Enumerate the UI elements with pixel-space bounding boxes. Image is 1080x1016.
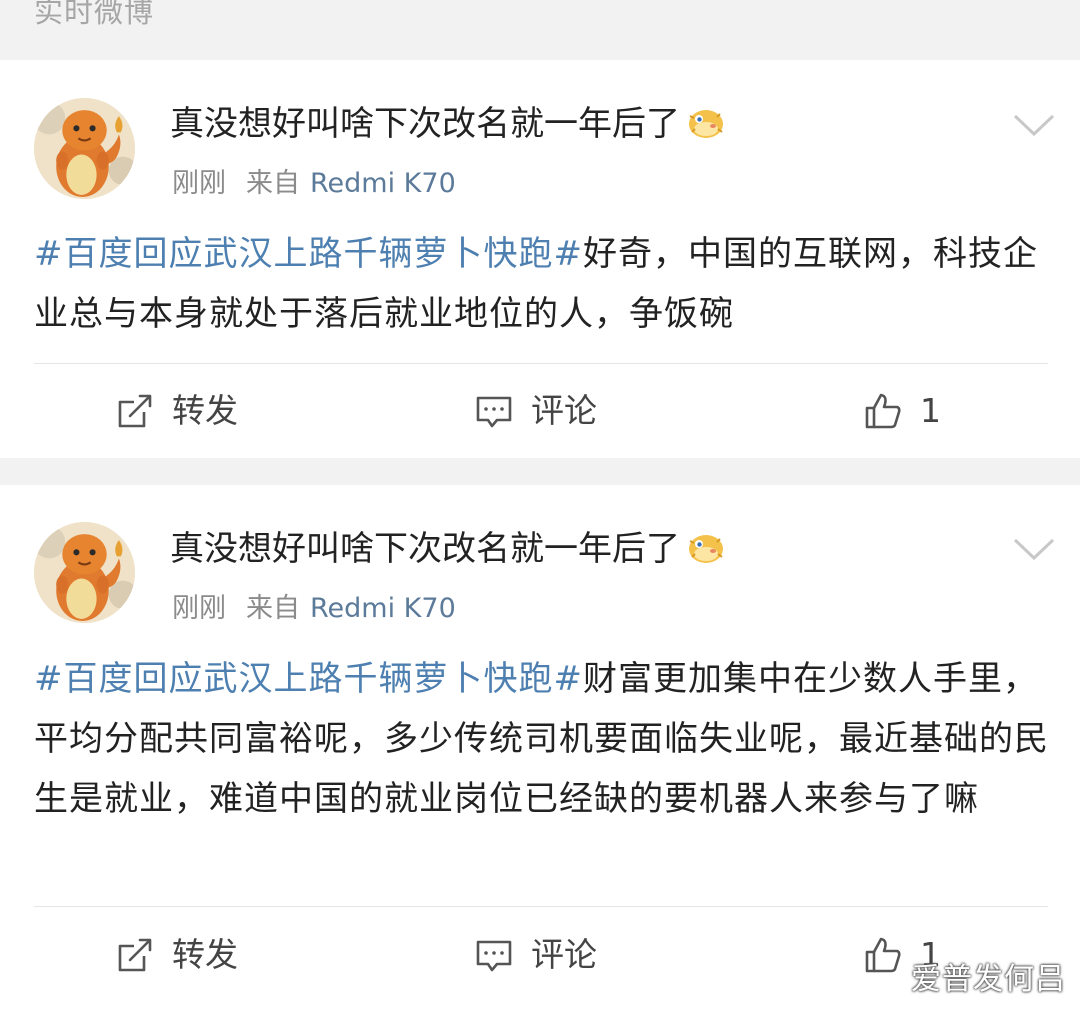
- hashtag-link[interactable]: #百度回应武汉上路千辆萝卜快跑#: [34, 234, 583, 274]
- post-meta: 刚刚 来自 Redmi K70: [172, 591, 456, 627]
- divider: [34, 363, 1048, 364]
- source-prefix: 来自: [246, 168, 300, 199]
- like-count: 1: [920, 391, 941, 430]
- source-prefix: 来自: [246, 593, 300, 624]
- post-card[interactable]: 真没想好叫啥下次改名就一年后了 刚刚 来自 Redmi K70 #百度回应武汉上路千…: [0, 485, 1080, 1016]
- comment-button[interactable]: 评论: [475, 933, 597, 977]
- repost-button[interactable]: 转发: [116, 933, 238, 977]
- username-text: 真没想好叫啥下次改名就一年后了: [170, 104, 680, 144]
- pufferfish-emoji-icon: [689, 535, 723, 563]
- device-link[interactable]: Redmi K70: [310, 593, 456, 624]
- thumbs-up-icon: [865, 937, 901, 973]
- watermark: 爱普发何吕: [911, 962, 1066, 997]
- charmander-avatar-icon: [34, 98, 135, 199]
- post-time: 刚刚: [172, 593, 226, 624]
- device-link[interactable]: Redmi K70: [310, 168, 456, 199]
- section-title: 实时微博: [34, 0, 155, 29]
- section-header: 实时微博: [0, 0, 1080, 60]
- chevron-down-icon[interactable]: [1012, 536, 1056, 562]
- divider: [34, 906, 1048, 907]
- repost-label: 转发: [172, 391, 238, 430]
- repost-button[interactable]: 转发: [116, 389, 238, 433]
- comment-icon: [476, 940, 512, 972]
- user-avatar[interactable]: [34, 98, 135, 199]
- comment-label: 评论: [531, 935, 597, 974]
- post-time: 刚刚: [172, 168, 226, 199]
- post-card[interactable]: 真没想好叫啥下次改名就一年后了 刚刚 来自 Redmi K70 #百度回应武汉上路千…: [0, 60, 1080, 458]
- comment-button[interactable]: 评论: [475, 389, 597, 433]
- post-meta: 刚刚 来自 Redmi K70: [172, 166, 456, 202]
- comment-icon: [476, 396, 512, 428]
- thumbs-up-icon: [865, 393, 901, 429]
- user-avatar[interactable]: [34, 522, 135, 623]
- post-body: #百度回应武汉上路千辆萝卜快跑#财富更加集中在少数人手里，平均分配共同富裕呢，多…: [34, 649, 1049, 829]
- like-button[interactable]: 1: [864, 389, 941, 433]
- comment-label: 评论: [531, 391, 597, 430]
- post-body: #百度回应武汉上路千辆萝卜快跑#好奇，中国的互联网，科技企业总与本身就处于落后就…: [34, 224, 1049, 344]
- repost-icon: [118, 394, 152, 428]
- pufferfish-emoji-icon: [689, 110, 723, 138]
- username[interactable]: 真没想好叫啥下次改名就一年后了: [170, 102, 726, 146]
- username-text: 真没想好叫啥下次改名就一年后了: [170, 529, 680, 569]
- chevron-down-icon[interactable]: [1012, 112, 1056, 138]
- repost-label: 转发: [172, 935, 238, 974]
- repost-icon: [118, 938, 152, 972]
- hashtag-link[interactable]: #百度回应武汉上路千辆萝卜快跑#: [34, 659, 583, 699]
- charmander-avatar-icon: [34, 522, 135, 623]
- username[interactable]: 真没想好叫啥下次改名就一年后了: [170, 527, 726, 571]
